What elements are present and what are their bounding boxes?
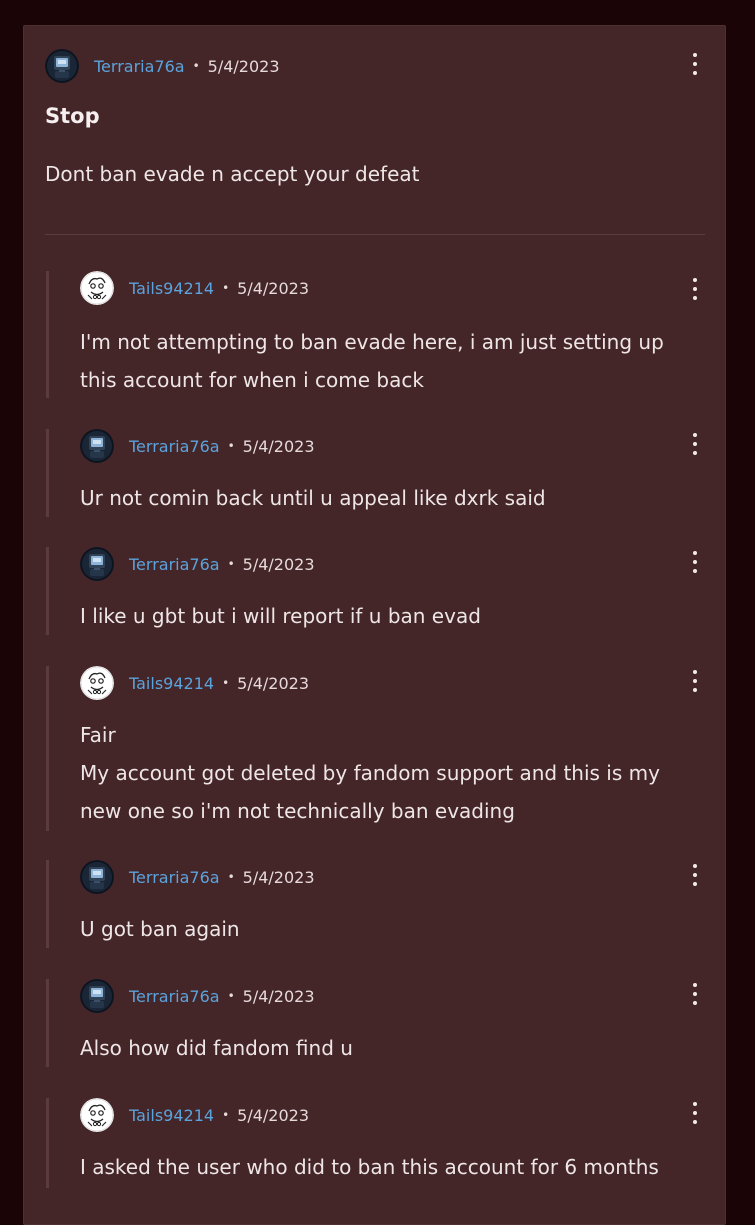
reply-header: Terraria76a • 5/4/2023 — [80, 979, 315, 1013]
reply-date: 5/4/2023 — [237, 1105, 309, 1125]
reply-text: U got ban again — [80, 910, 690, 948]
post-header: Terraria76a • 5/4/2023 — [45, 49, 280, 83]
more-options-icon[interactable] — [689, 53, 701, 75]
reply-item: Terraria76a • 5/4/2023 I like u gbt but … — [46, 547, 706, 635]
reply-text: Also how did fandom find u — [80, 1029, 690, 1067]
separator-dot: • — [227, 870, 235, 884]
sketch-avatar-icon[interactable] — [80, 1098, 114, 1132]
reply-line: I'm not attempting to ban evade here, i … — [80, 330, 664, 354]
sketch-avatar-icon[interactable] — [80, 271, 114, 305]
reply-line: U got ban again — [80, 917, 240, 941]
author-link[interactable]: Tails94214 — [129, 1106, 214, 1125]
comment-thread-card: Terraria76a • 5/4/2023 Stop Dont ban eva… — [23, 25, 726, 1225]
reply-header: Terraria76a • 5/4/2023 — [80, 429, 315, 463]
reply-line: I asked the user who did to ban this acc… — [80, 1155, 659, 1179]
sketch-avatar-icon[interactable] — [80, 666, 114, 700]
separator-dot: • — [222, 676, 230, 690]
more-options-icon[interactable] — [689, 551, 701, 573]
reply-date: 5/4/2023 — [242, 867, 315, 887]
reply-text: I'm not attempting to ban evade here, i … — [80, 323, 690, 399]
reply-text: I like u gbt but i will report if u ban … — [80, 597, 690, 635]
reply-item: Terraria76a • 5/4/2023 U got ban again — [46, 860, 706, 948]
separator-dot: • — [222, 1108, 230, 1122]
reply-line: Fair — [80, 723, 116, 747]
reply-item: Tails94214 • 5/4/2023 Fair My account go… — [46, 666, 706, 831]
reply-text: Ur not comin back until u appeal like dx… — [80, 479, 690, 517]
post-body: Dont ban evade n accept your defeat — [45, 162, 420, 186]
reply-header: Tails94214 • 5/4/2023 — [80, 1098, 309, 1132]
separator-dot: • — [192, 59, 200, 73]
reply-item: Terraria76a • 5/4/2023 Also how did fand… — [46, 979, 706, 1067]
robot-avatar-icon[interactable] — [80, 547, 114, 581]
more-options-icon[interactable] — [689, 1102, 701, 1124]
robot-avatar-icon[interactable] — [80, 429, 114, 463]
more-options-icon[interactable] — [689, 433, 701, 455]
separator-dot: • — [227, 989, 235, 1003]
reply-line: Ur not comin back until u appeal like dx… — [80, 486, 546, 510]
author-link[interactable]: Terraria76a — [129, 437, 220, 456]
post-title: Stop — [45, 104, 100, 128]
author-link[interactable]: Terraria76a — [129, 987, 220, 1006]
reply-date: 5/4/2023 — [242, 986, 315, 1006]
reply-text: I asked the user who did to ban this acc… — [80, 1148, 690, 1186]
reply-header: Tails94214 • 5/4/2023 — [80, 666, 309, 700]
author-link[interactable]: Terraria76a — [129, 868, 220, 887]
reply-line: Also how did fandom find u — [80, 1036, 353, 1060]
reply-date: 5/4/2023 — [237, 278, 309, 298]
reply-date: 5/4/2023 — [242, 554, 315, 574]
reply-header: Terraria76a • 5/4/2023 — [80, 860, 315, 894]
reply-header: Tails94214 • 5/4/2023 — [80, 271, 309, 305]
robot-avatar-icon[interactable] — [45, 49, 79, 83]
reply-line: My account got deleted by fandom support… — [80, 761, 660, 785]
separator-dot: • — [227, 439, 235, 453]
reply-line: new one so i'm not technically ban evadi… — [80, 799, 515, 823]
author-link[interactable]: Tails94214 — [129, 279, 214, 298]
reply-item: Tails94214 • 5/4/2023 I'm not attempting… — [46, 271, 706, 398]
robot-avatar-icon[interactable] — [80, 979, 114, 1013]
post-date: 5/4/2023 — [207, 56, 280, 76]
reply-line: this account for when i come back — [80, 368, 424, 392]
more-options-icon[interactable] — [689, 670, 701, 692]
divider — [45, 234, 705, 235]
reply-item: Terraria76a • 5/4/2023 Ur not comin back… — [46, 429, 706, 517]
more-options-icon[interactable] — [689, 278, 701, 300]
author-link[interactable]: Terraria76a — [94, 57, 185, 76]
separator-dot: • — [227, 557, 235, 571]
separator-dot: • — [222, 281, 230, 295]
author-link[interactable]: Terraria76a — [129, 555, 220, 574]
reply-header: Terraria76a • 5/4/2023 — [80, 547, 315, 581]
reply-line: I like u gbt but i will report if u ban … — [80, 604, 481, 628]
reply-date: 5/4/2023 — [242, 436, 315, 456]
more-options-icon[interactable] — [689, 864, 701, 886]
reply-item: Tails94214 • 5/4/2023 I asked the user w… — [46, 1098, 706, 1188]
robot-avatar-icon[interactable] — [80, 860, 114, 894]
reply-date: 5/4/2023 — [237, 673, 309, 693]
reply-text: Fair My account got deleted by fandom su… — [80, 716, 690, 830]
more-options-icon[interactable] — [689, 983, 701, 1005]
author-link[interactable]: Tails94214 — [129, 674, 214, 693]
